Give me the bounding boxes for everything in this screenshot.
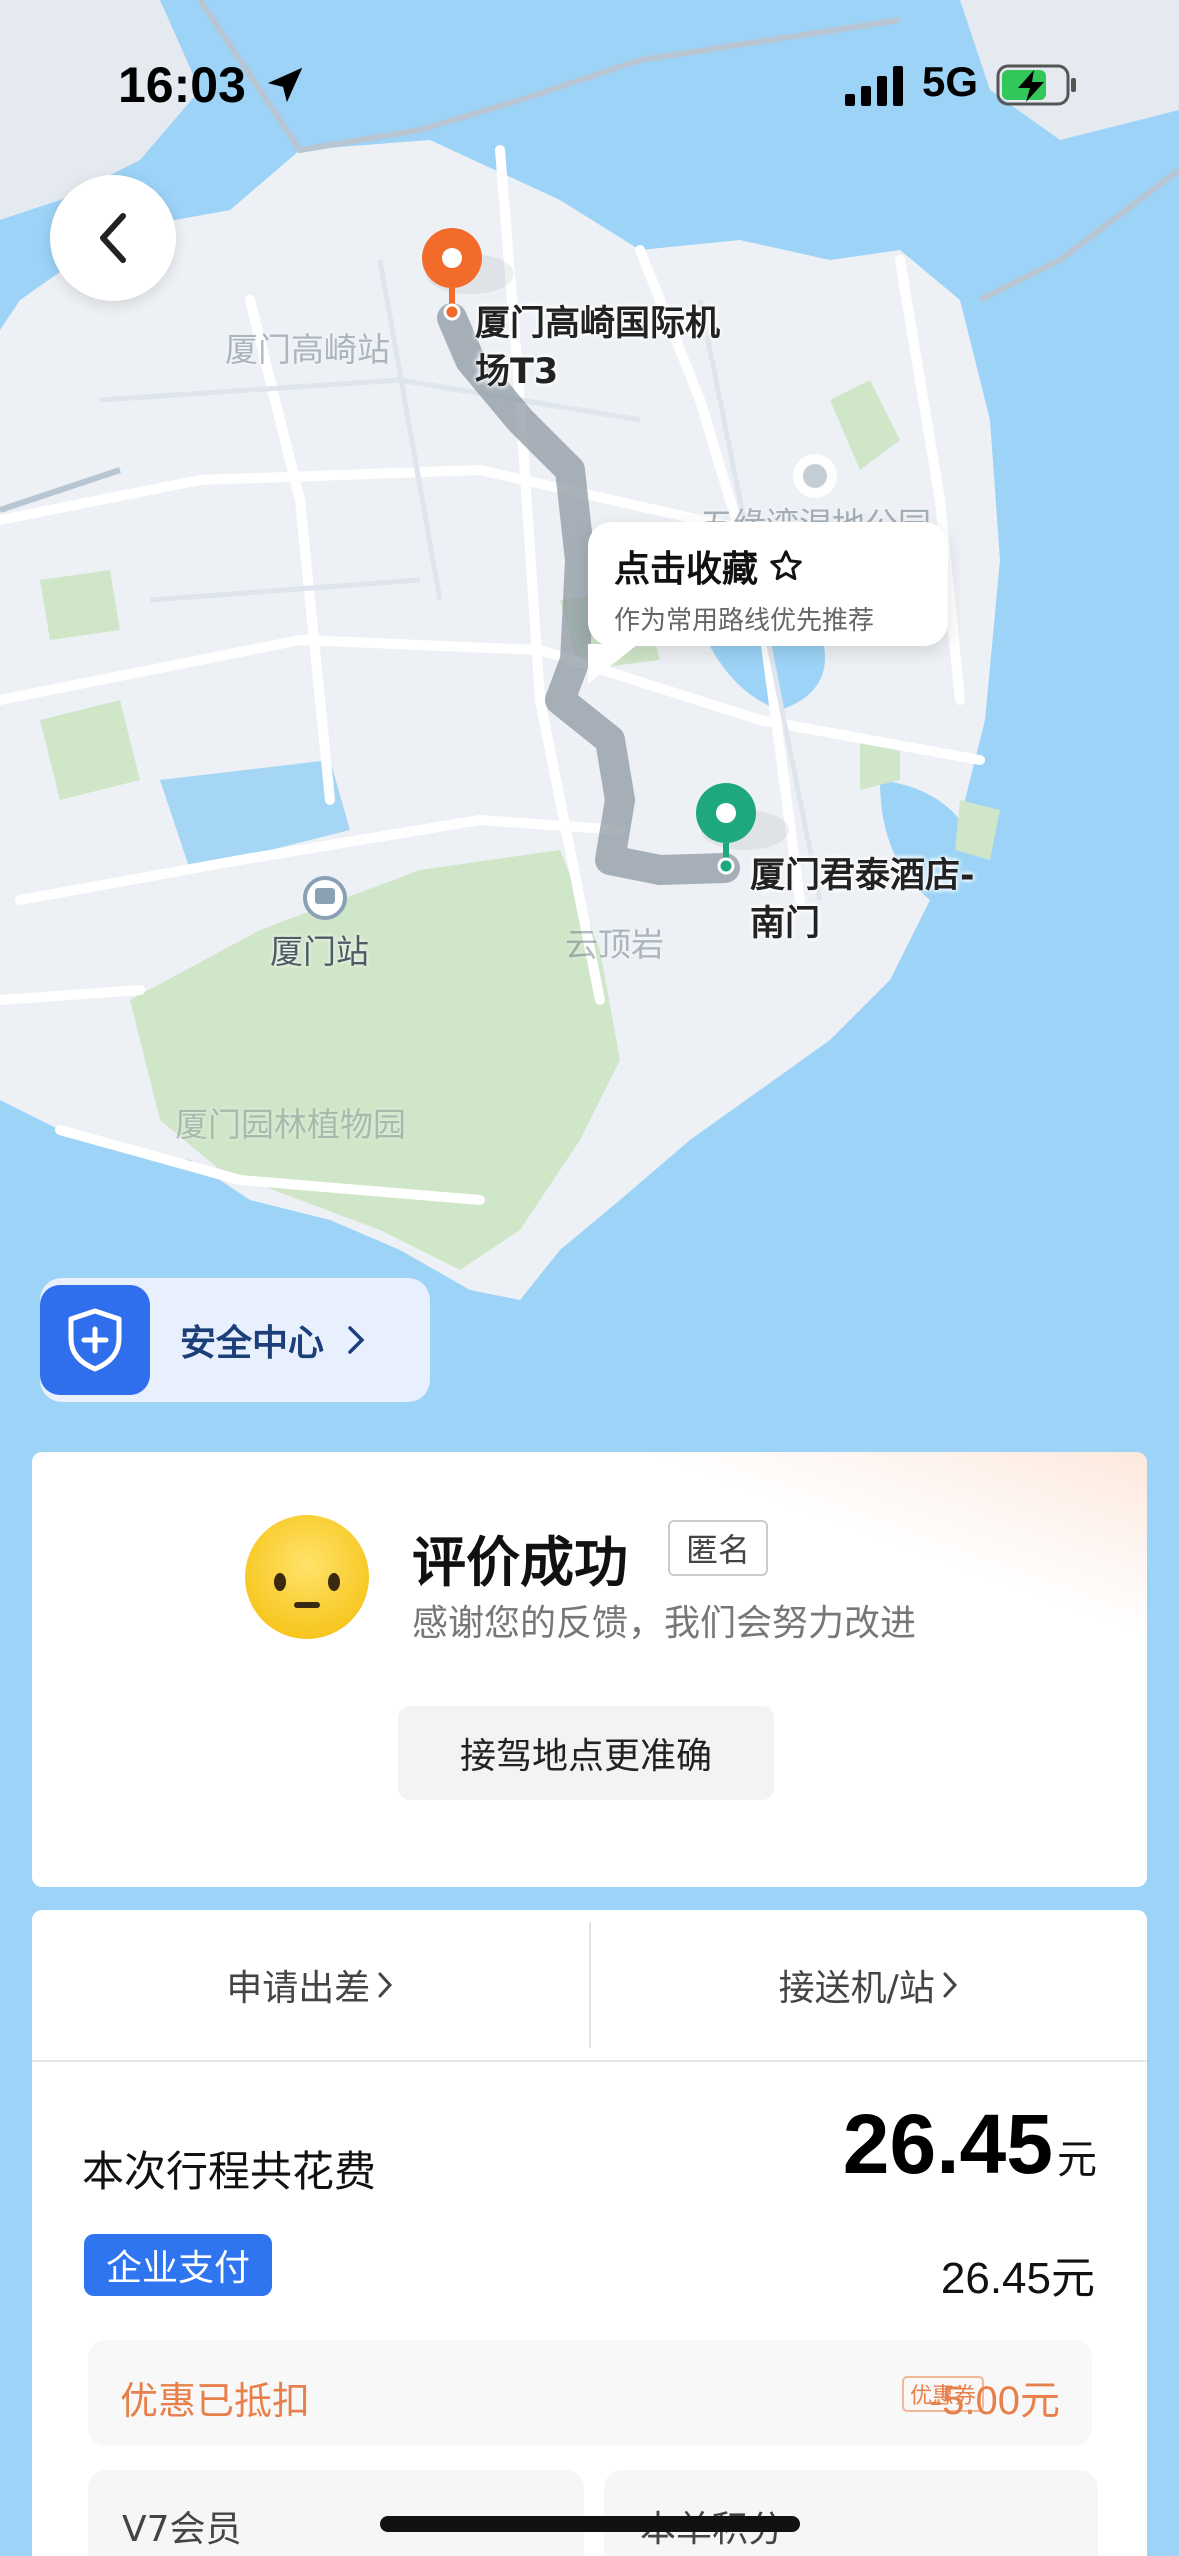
airport-transfer-button[interactable]: 接送机/站 <box>591 1910 1148 2060</box>
chevron-right-icon <box>348 1326 365 1354</box>
payment-method-badge: 企业支付 <box>84 2234 273 2296</box>
discount-label: 优惠已抵扣 <box>120 2379 311 2423</box>
membership-box[interactable]: V7会员 <box>88 2470 584 2556</box>
discount-row: 优惠已抵扣 优惠券 -5.00元 <box>88 2340 1092 2446</box>
map-poi-label: 云顶岩 <box>565 925 664 964</box>
total-fare-amount[interactable]: 26.45 元 <box>843 2096 1097 2193</box>
origin-label-line-2: 场T3 <box>475 352 559 392</box>
anonymous-badge: 匿名 <box>668 1520 769 1576</box>
review-result-card: 评价成功 匿名 感谢您的反馈，我们会努力改进 接驾地点更准确 <box>32 1452 1147 1887</box>
bubble-tail <box>588 644 638 684</box>
cellular-signal-icon <box>845 66 903 106</box>
network-type: 5G <box>922 58 979 105</box>
business-trip-label: 申请出差 <box>226 1968 371 2009</box>
safety-center-label: 安全中心 <box>180 1323 325 1364</box>
map-poi-label: 厦门高崎站 <box>225 330 390 369</box>
map-poi-label: 厦门园林植物园 <box>175 1105 406 1144</box>
favorite-title: 点击收藏 <box>614 549 759 590</box>
chevron-right-icon <box>378 1972 393 1998</box>
total-fare-unit: 元 <box>1057 2137 1097 2183</box>
review-subtitle: 感谢您的反馈，我们会努力改进 <box>412 1603 917 1644</box>
favorite-route-bubble[interactable]: 点击收藏 作为常用路线优先推荐 <box>588 522 948 684</box>
destination-label-line-1: 厦门君泰酒店- <box>750 856 975 896</box>
status-bar: 16:03 5G <box>0 0 1179 150</box>
route-map[interactable] <box>0 0 1179 1480</box>
destination-label: 厦门君泰酒店- 南门 <box>750 852 975 948</box>
star-outline-icon <box>770 550 802 581</box>
review-tag-chip[interactable]: 接驾地点更准确 <box>398 1706 774 1800</box>
shield-plus-icon <box>68 1308 122 1372</box>
safety-center-button[interactable]: 安全中心 <box>40 1278 430 1402</box>
membership-level-label: V7会员 <box>122 2509 242 2550</box>
discount-amount: -5.00元 <box>928 2379 1060 2423</box>
trip-fare-card: 申请出差 接送机/站 本次行程共花费 26.45 元 企业支付 26.45元 优… <box>32 1910 1147 2556</box>
neutral-face-icon <box>245 1515 369 1639</box>
payment-amount: 26.45元 <box>940 2254 1095 2303</box>
location-arrow-icon <box>267 67 303 103</box>
destination-label-line-2: 南门 <box>750 904 821 944</box>
chevron-right-icon <box>943 1972 957 1998</box>
points-box[interactable]: 本单积分 <box>604 2470 1098 2556</box>
safety-icon-box <box>40 1285 150 1395</box>
battery-charging-icon <box>996 64 1076 106</box>
favorite-title-row: 点击收藏 <box>614 540 922 592</box>
favorite-subtitle: 作为常用路线优先推荐 <box>614 606 875 636</box>
business-trip-button[interactable]: 申请出差 <box>32 1910 589 2060</box>
home-indicator[interactable] <box>380 2516 800 2532</box>
origin-label-line-1: 厦门高崎国际机 <box>475 304 721 344</box>
origin-label: 厦门高崎国际机 场T3 <box>475 300 720 396</box>
chevron-left-icon <box>100 213 126 263</box>
status-time: 16:03 <box>118 57 246 113</box>
station-label: 厦门站 <box>270 932 369 971</box>
total-fare-label: 本次行程共花费 <box>82 2147 377 2196</box>
total-fare-value: 26.45 <box>842 2097 1053 2191</box>
airport-transfer-label: 接送机/站 <box>778 1968 935 2009</box>
review-title: 评价成功 <box>412 1531 628 1594</box>
action-row: 申请出差 接送机/站 <box>32 1910 1147 2062</box>
back-button[interactable] <box>50 175 176 301</box>
